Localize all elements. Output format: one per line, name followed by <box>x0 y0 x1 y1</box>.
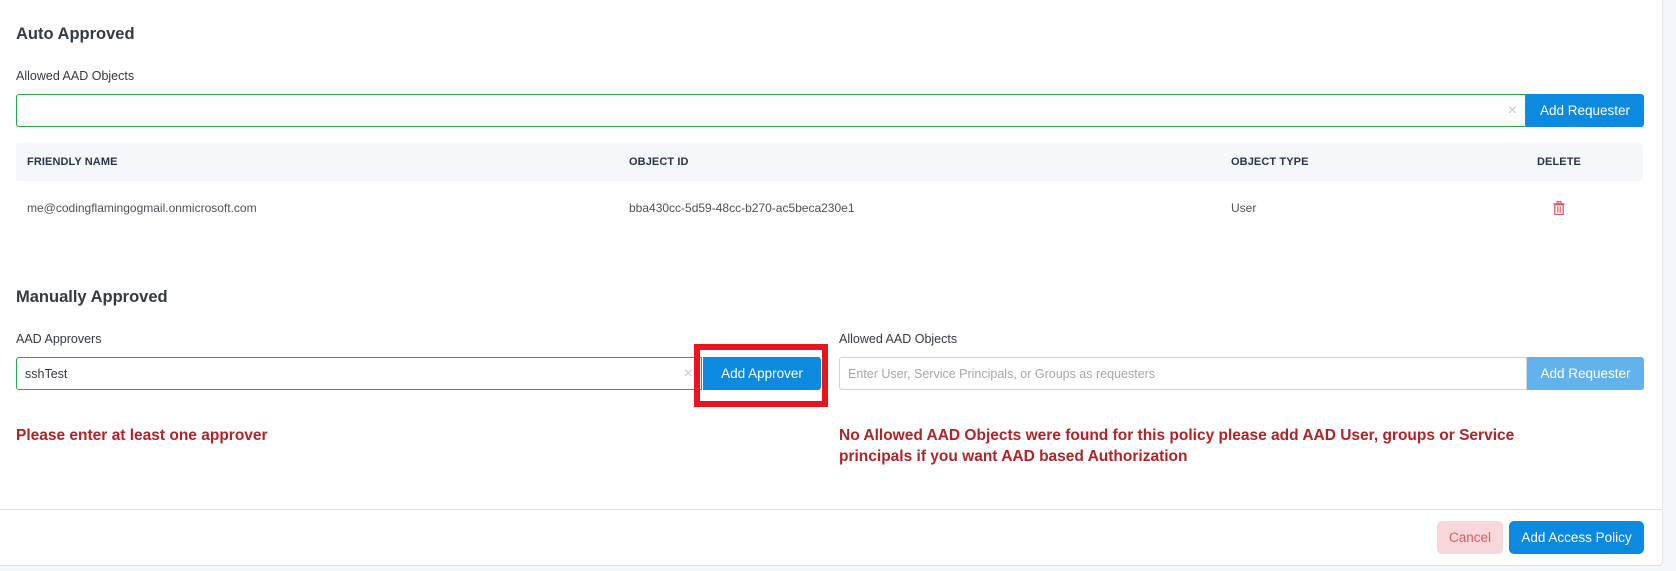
trash-icon[interactable] <box>1553 201 1565 215</box>
column-header-delete: DELETE <box>1537 156 1581 168</box>
column-header-friendly-name: FRIENDLY NAME <box>27 156 118 168</box>
footer-divider <box>0 509 1663 510</box>
cancel-button[interactable]: Cancel <box>1437 521 1503 554</box>
access-policy-card: Auto Approved Allowed AAD Objects × Add … <box>0 0 1663 566</box>
cell-friendly-name: me@codingflamingogmail.onmicrosoft.com <box>27 201 257 215</box>
column-header-object-id: OBJECT ID <box>629 156 689 168</box>
clear-icon[interactable]: × <box>684 365 693 382</box>
manually-approved-title: Manually Approved <box>16 288 168 306</box>
manual-allowed-objects-label: Allowed AAD Objects <box>839 332 958 346</box>
add-approver-button[interactable]: Add Approver <box>703 357 821 390</box>
clear-icon[interactable]: × <box>1508 102 1517 119</box>
manual-allowed-objects-input[interactable] <box>840 358 1526 389</box>
manual-allowed-objects-field <box>839 357 1527 390</box>
approver-error-message: Please enter at least one approver <box>16 427 268 444</box>
column-header-object-type: OBJECT TYPE <box>1231 156 1309 168</box>
aad-approvers-field: × <box>16 357 702 390</box>
cell-object-id: bba430cc-5d59-48cc-b270-ac5beca230e1 <box>629 201 855 215</box>
allowed-objects-error-message: No Allowed AAD Objects were found for th… <box>839 427 1515 465</box>
cell-object-type: User <box>1231 201 1257 215</box>
table-header: FRIENDLY NAME OBJECT ID OBJECT TYPE DELE… <box>16 143 1643 181</box>
auto-add-requester-button[interactable]: Add Requester <box>1526 94 1644 127</box>
auto-allowed-objects-field: × <box>16 94 1526 127</box>
auto-allowed-objects-input[interactable] <box>17 95 1525 126</box>
auto-approved-title: Auto Approved <box>16 25 135 43</box>
manual-add-requester-button[interactable]: Add Requester <box>1527 357 1644 390</box>
aad-approvers-input[interactable] <box>17 358 701 389</box>
add-access-policy-button[interactable]: Add Access Policy <box>1509 521 1644 554</box>
auto-allowed-objects-label: Allowed AAD Objects <box>16 69 135 83</box>
aad-approvers-label: AAD Approvers <box>16 332 102 346</box>
